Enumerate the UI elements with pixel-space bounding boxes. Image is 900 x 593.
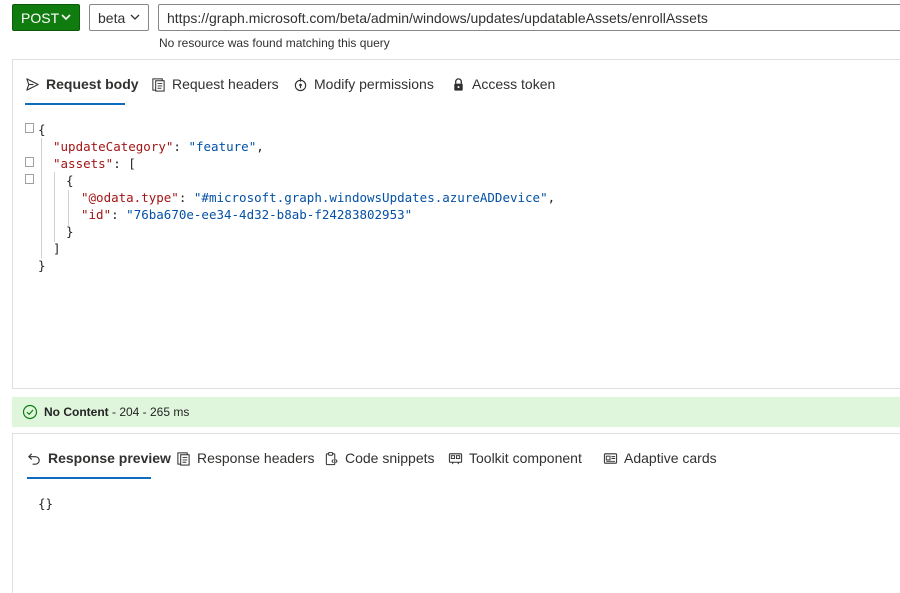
response-panel: Response preview Response headers Code s… [12,433,900,593]
http-method-label: POST [21,9,60,26]
code-line: "updateCategory": "feature", [53,139,264,154]
code-line: "@odata.type": "#microsoft.graph.windows… [81,190,556,205]
fold-toggle[interactable] [25,174,34,184]
check-circle-icon [22,404,38,420]
tab-adaptive-cards[interactable]: Adaptive cards [603,448,717,468]
tab-code-snippets[interactable]: Code snippets [324,448,435,468]
undo-arrow-icon [28,452,40,465]
document-header-icon [152,77,165,92]
lock-icon [454,77,463,91]
tab-label: Modify permissions [314,76,434,92]
indent-guide [68,190,69,226]
indent-guide [54,172,55,242]
active-tab-indicator [25,103,125,105]
request-panel: Request body Request headers Modify perm… [12,59,900,389]
status-detail: - 204 - 265 ms [108,405,190,419]
query-url-text: https://graph.microsoft.com/beta/admin/w… [167,9,708,26]
tab-label: Code snippets [345,450,435,466]
query-url-input[interactable]: https://graph.microsoft.com/beta/admin/w… [158,4,900,31]
clipboard-code-icon [325,451,338,465]
tab-modify-permissions[interactable]: Modify permissions [293,74,434,94]
chevron-down-icon [130,14,140,20]
fold-toggle[interactable] [25,123,34,133]
fold-toggle[interactable] [25,157,34,167]
tab-label: Access token [472,76,556,92]
active-tab-indicator [27,477,151,479]
tab-label: Toolkit component [469,450,582,466]
tab-label: Adaptive cards [624,450,717,466]
tab-label: Request body [46,76,139,92]
tab-label: Response preview [48,450,171,466]
response-body-viewer[interactable]: {} [38,496,53,511]
tab-label: Request headers [172,76,279,92]
toolkit-icon [448,452,463,464]
code-line: "id": "76ba670e-ee34-4d32-b8ab-f24283802… [81,207,413,222]
api-version-dropdown[interactable]: beta [89,4,149,31]
code-line: } [38,258,46,273]
tab-response-headers[interactable]: Response headers [176,448,315,468]
chevron-down-icon [61,14,71,21]
card-icon [603,452,618,464]
tab-request-headers[interactable]: Request headers [151,74,279,94]
http-method-dropdown[interactable]: POST [12,4,80,31]
tab-access-token[interactable]: Access token [451,74,555,94]
status-label: No Content [44,405,109,419]
indent-guide [41,138,42,258]
code-line: ] [53,241,61,256]
key-lock-icon [294,77,307,91]
code-line: { [66,173,74,188]
send-icon [26,77,39,91]
document-header-icon [177,451,190,466]
tab-response-preview[interactable]: Response preview [27,448,171,468]
code-line: "assets": [ [53,156,136,171]
tab-toolkit-component[interactable]: Toolkit component [448,448,582,468]
query-error-message: No resource was found matching this quer… [159,36,390,50]
tab-request-body[interactable]: Request body [25,74,139,94]
tab-label: Response headers [197,450,315,466]
response-status-bar: No Content - 204 - 265 ms [12,397,900,427]
api-version-label: beta [98,9,126,26]
code-line: { [38,122,46,137]
code-line: } [66,224,74,239]
